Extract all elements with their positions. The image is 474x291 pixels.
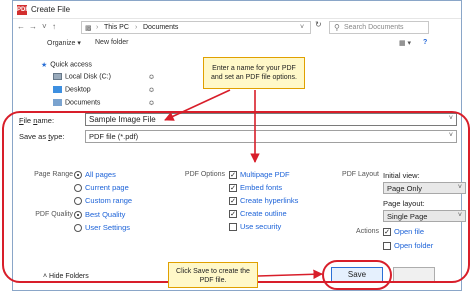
pin-icon: ✪ xyxy=(149,101,155,107)
forward-arrow-icon[interactable]: → xyxy=(29,22,37,31)
computer-icon: ▩ xyxy=(85,25,92,32)
nav-item-local-disk[interactable]: Local Disk (C:) xyxy=(53,73,111,80)
toolbar: Organize ▾ New folder ▦ ▾ ? xyxy=(13,38,461,52)
breadcrumb-separator: › xyxy=(96,24,99,31)
star-icon: ★ xyxy=(41,62,48,69)
window-title: Create File xyxy=(31,5,71,14)
breadcrumb-separator: › xyxy=(135,24,138,31)
new-folder-button[interactable]: New folder xyxy=(95,39,128,46)
nav-item-desktop[interactable]: Desktop xyxy=(53,86,91,93)
breadcrumb-this-pc[interactable]: This PC xyxy=(104,24,129,31)
search-input[interactable]: ⚲ Search Documents xyxy=(329,21,429,34)
title-bar: PDF Create File xyxy=(13,1,461,19)
folder-icon xyxy=(53,99,62,106)
folder-icon xyxy=(53,86,62,93)
annotation-save-highlight xyxy=(322,260,392,290)
instruction-callout: Enter a name for your PDF and set an PDF… xyxy=(203,57,305,89)
disk-icon xyxy=(53,73,62,80)
chevron-down-icon[interactable]: ˅ xyxy=(300,24,304,31)
organize-button[interactable]: Organize ▾ xyxy=(47,39,81,47)
address-bar[interactable]: ▩ › This PC › Documents ˅ xyxy=(81,21,311,34)
address-row: ← → ˅ ↑ ▩ › This PC › Documents ˅ ↻ ⚲ Se… xyxy=(13,20,461,36)
recent-locations-icon[interactable]: ˅ xyxy=(42,22,47,31)
up-arrow-icon[interactable]: ↑ xyxy=(52,22,56,31)
view-options-icon[interactable]: ▦ ▾ xyxy=(399,39,411,47)
pdf-icon: PDF xyxy=(17,5,29,15)
pin-icon: ✪ xyxy=(149,75,155,81)
nav-item-quick-access[interactable]: ★ Quick access xyxy=(41,61,92,69)
annotation-highlight xyxy=(2,111,470,283)
navigation-pane: ★ Quick access Local Disk (C:) ✪ Desktop … xyxy=(13,57,154,112)
breadcrumb-documents[interactable]: Documents xyxy=(143,24,178,31)
save-callout: Click Save to create the PDF file. xyxy=(168,262,258,288)
help-icon[interactable]: ? xyxy=(423,39,427,46)
search-icon: ⚲ xyxy=(334,23,340,32)
pin-icon: ✪ xyxy=(149,88,155,94)
refresh-icon[interactable]: ↻ xyxy=(315,20,322,29)
search-placeholder: Search Documents xyxy=(344,24,404,31)
back-arrow-icon[interactable]: ← xyxy=(17,22,25,31)
nav-item-documents[interactable]: Documents xyxy=(53,99,100,106)
